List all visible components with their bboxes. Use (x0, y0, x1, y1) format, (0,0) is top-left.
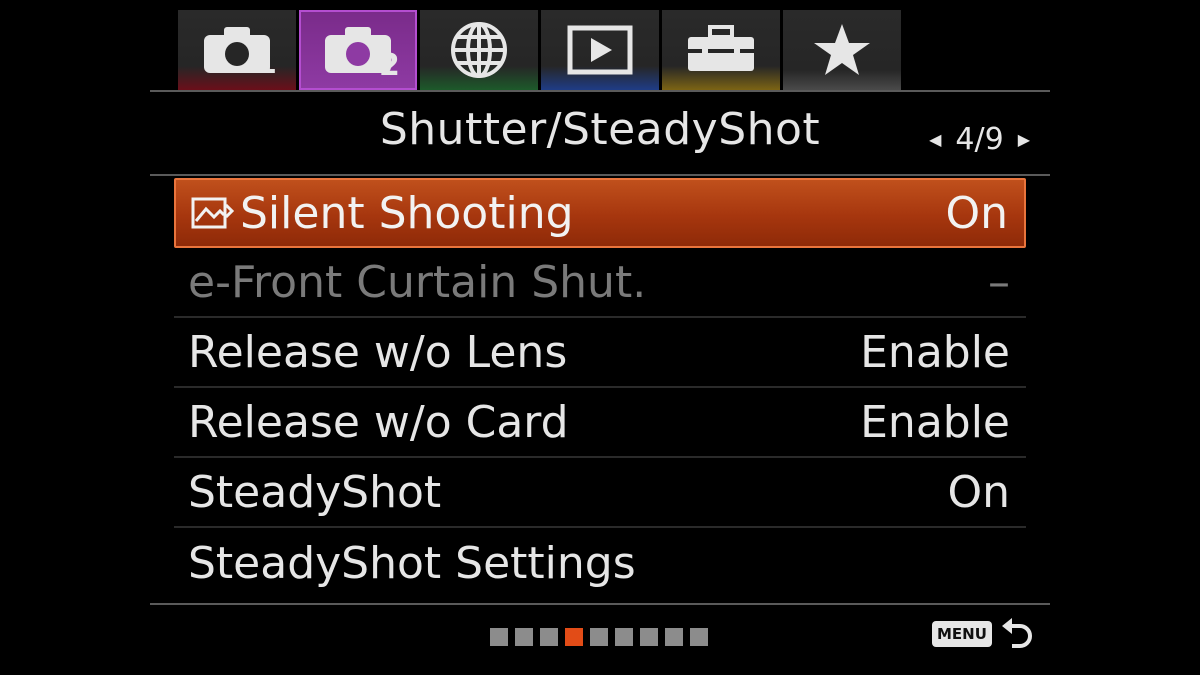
page-dot (490, 628, 508, 646)
tab-setup[interactable] (662, 10, 780, 90)
menu-item-steadyshot[interactable]: SteadyShot On (174, 458, 1026, 528)
silent-shooting-icon (191, 197, 234, 229)
page-number: 4/9 (955, 122, 1004, 157)
menu-item-value: Enable (860, 396, 1010, 448)
tab-my-menu[interactable] (783, 10, 901, 90)
page-dot-active (565, 628, 583, 646)
page-dot (540, 628, 558, 646)
page-dot (590, 628, 608, 646)
chevron-left-icon[interactable]: ◀ (929, 130, 941, 149)
page-dot (690, 628, 708, 646)
chevron-right-icon[interactable]: ▶ (1018, 130, 1030, 149)
menu-item-label: SteadyShot (188, 466, 442, 518)
menu-item-value: Enable (860, 326, 1010, 378)
divider (150, 174, 1050, 176)
menu-item-silent-shooting[interactable]: Silent Shooting On (174, 178, 1026, 248)
page-title: Shutter/SteadyShot (379, 104, 821, 155)
tab-number: 2 (379, 48, 400, 83)
divider (150, 603, 1050, 605)
menu-badge: MENU (932, 621, 992, 647)
toolbox-icon (688, 25, 754, 71)
menu-tabs: 1 2 (178, 10, 904, 90)
page-dot (665, 628, 683, 646)
menu-item-label: SteadyShot Settings (188, 537, 636, 589)
tab-shooting-2[interactable]: 2 (299, 10, 417, 90)
globe-icon (451, 22, 507, 78)
tab-playback[interactable] (541, 10, 659, 90)
tab-shooting-1[interactable]: 1 (178, 10, 296, 90)
menu-item-release-without-lens[interactable]: Release w/o Lens Enable (174, 318, 1026, 388)
divider (150, 90, 1050, 92)
return-arrow-icon (1001, 618, 1032, 648)
menu-list: Silent Shooting On e-Front Curtain Shut.… (174, 178, 1026, 598)
tab-number: 1 (256, 46, 277, 81)
menu-item-label: Silent Shooting (240, 187, 574, 239)
menu-item-value: On (947, 466, 1010, 518)
menu-item-e-front-curtain[interactable]: e-Front Curtain Shut. – (174, 248, 1026, 318)
tab-network[interactable] (420, 10, 538, 90)
menu-item-label: Release w/o Lens (188, 326, 568, 378)
star-icon (814, 24, 870, 75)
menu-item-steadyshot-settings[interactable]: SteadyShot Settings (174, 528, 1026, 598)
page-dot (615, 628, 633, 646)
menu-item-value: – (988, 256, 1010, 308)
page-counter: ◀ 4/9 ▶ (929, 122, 1030, 157)
menu-back-button[interactable]: MENU (932, 616, 1034, 652)
menu-item-label: e-Front Curtain Shut. (188, 256, 647, 308)
menu-item-label: Release w/o Card (188, 396, 569, 448)
page-indicator (490, 628, 708, 646)
page-dot (515, 628, 533, 646)
play-icon (567, 25, 633, 75)
menu-item-release-without-card[interactable]: Release w/o Card Enable (174, 388, 1026, 458)
menu-item-value: On (945, 187, 1008, 239)
page-dot (640, 628, 658, 646)
